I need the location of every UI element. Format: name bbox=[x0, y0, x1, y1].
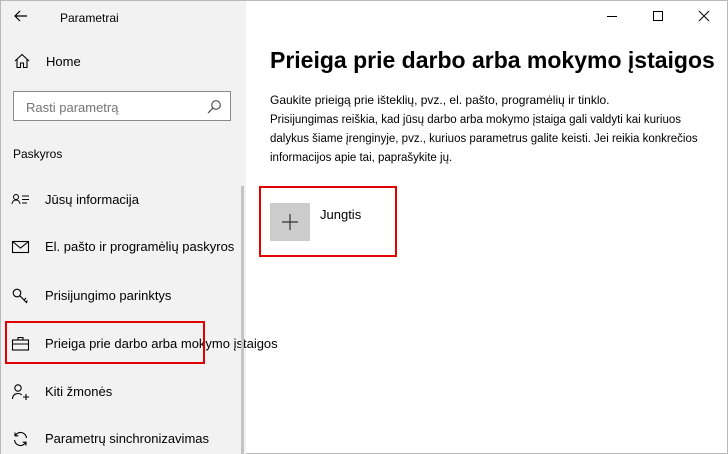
settings-window: Parametrai Home Paskyros Jūsų informacij… bbox=[0, 0, 728, 454]
back-button[interactable] bbox=[7, 3, 35, 29]
sidebar-item-email-accounts[interactable]: El. pašto ir programėlių paskyros bbox=[1, 225, 246, 269]
sidebar-item-your-info[interactable]: Jūsų informacija bbox=[1, 178, 246, 222]
minimize-icon bbox=[607, 16, 617, 17]
sidebar-item-other-people[interactable]: Kiti žmonės bbox=[1, 370, 246, 414]
minimize-button[interactable] bbox=[589, 1, 635, 31]
search-icon[interactable] bbox=[206, 99, 222, 115]
search-input[interactable] bbox=[26, 98, 206, 116]
key-icon bbox=[12, 288, 28, 304]
connect-label[interactable]: Jungtis bbox=[320, 207, 361, 222]
person-card-icon bbox=[11, 194, 29, 205]
back-arrow-icon bbox=[14, 10, 27, 22]
plus-icon bbox=[282, 214, 298, 230]
description-details: Prisijungimas reiškia, kad jūsų darbo ar… bbox=[270, 114, 698, 164]
sidebar-item-sync-settings[interactable]: Parametrų sinchronizavimas bbox=[1, 417, 246, 454]
briefcase-icon bbox=[11, 336, 30, 351]
section-heading-accounts: Paskyros bbox=[13, 147, 63, 161]
search-box[interactable] bbox=[13, 91, 231, 121]
connect-button[interactable] bbox=[270, 203, 310, 241]
sidebar-item-label: Parametrų sinchronizavimas bbox=[45, 431, 210, 446]
sidebar-scrollbar[interactable] bbox=[241, 186, 244, 454]
close-button[interactable] bbox=[681, 1, 727, 31]
sidebar-item-label: Jūsų informacija bbox=[45, 192, 139, 207]
maximize-icon bbox=[653, 11, 663, 21]
home-icon bbox=[14, 53, 30, 69]
title-bar: Parametrai bbox=[1, 1, 246, 33]
sidebar-item-label: Kiti žmonės bbox=[45, 384, 113, 399]
sidebar: Parametrai Home Paskyros Jūsų informacij… bbox=[1, 1, 278, 454]
sidebar-item-home[interactable]: Home bbox=[1, 45, 246, 77]
person-add-icon bbox=[11, 384, 29, 400]
window-controls bbox=[589, 1, 727, 31]
close-icon bbox=[698, 10, 710, 22]
maximize-button[interactable] bbox=[635, 1, 681, 31]
sidebar-item-label: Prisijungimo parinktys bbox=[45, 288, 172, 303]
mail-icon bbox=[11, 240, 30, 254]
sidebar-item-access-work-school[interactable]: Prieiga prie darbo arba mokymo įstaigos bbox=[1, 322, 278, 366]
sync-icon bbox=[13, 431, 28, 447]
sidebar-item-sign-in-options[interactable]: Prisijungimo parinktys bbox=[1, 274, 246, 318]
page-title: Prieiga prie darbo arba mokymo įstaigos bbox=[270, 47, 715, 73]
app-title: Parametrai bbox=[60, 11, 119, 25]
description-text: Gaukite prieigą prie išteklių, pvz., el.… bbox=[270, 93, 610, 107]
sidebar-item-label: Home bbox=[46, 54, 81, 69]
sidebar-item-label: El. pašto ir programėlių paskyros bbox=[45, 239, 235, 254]
